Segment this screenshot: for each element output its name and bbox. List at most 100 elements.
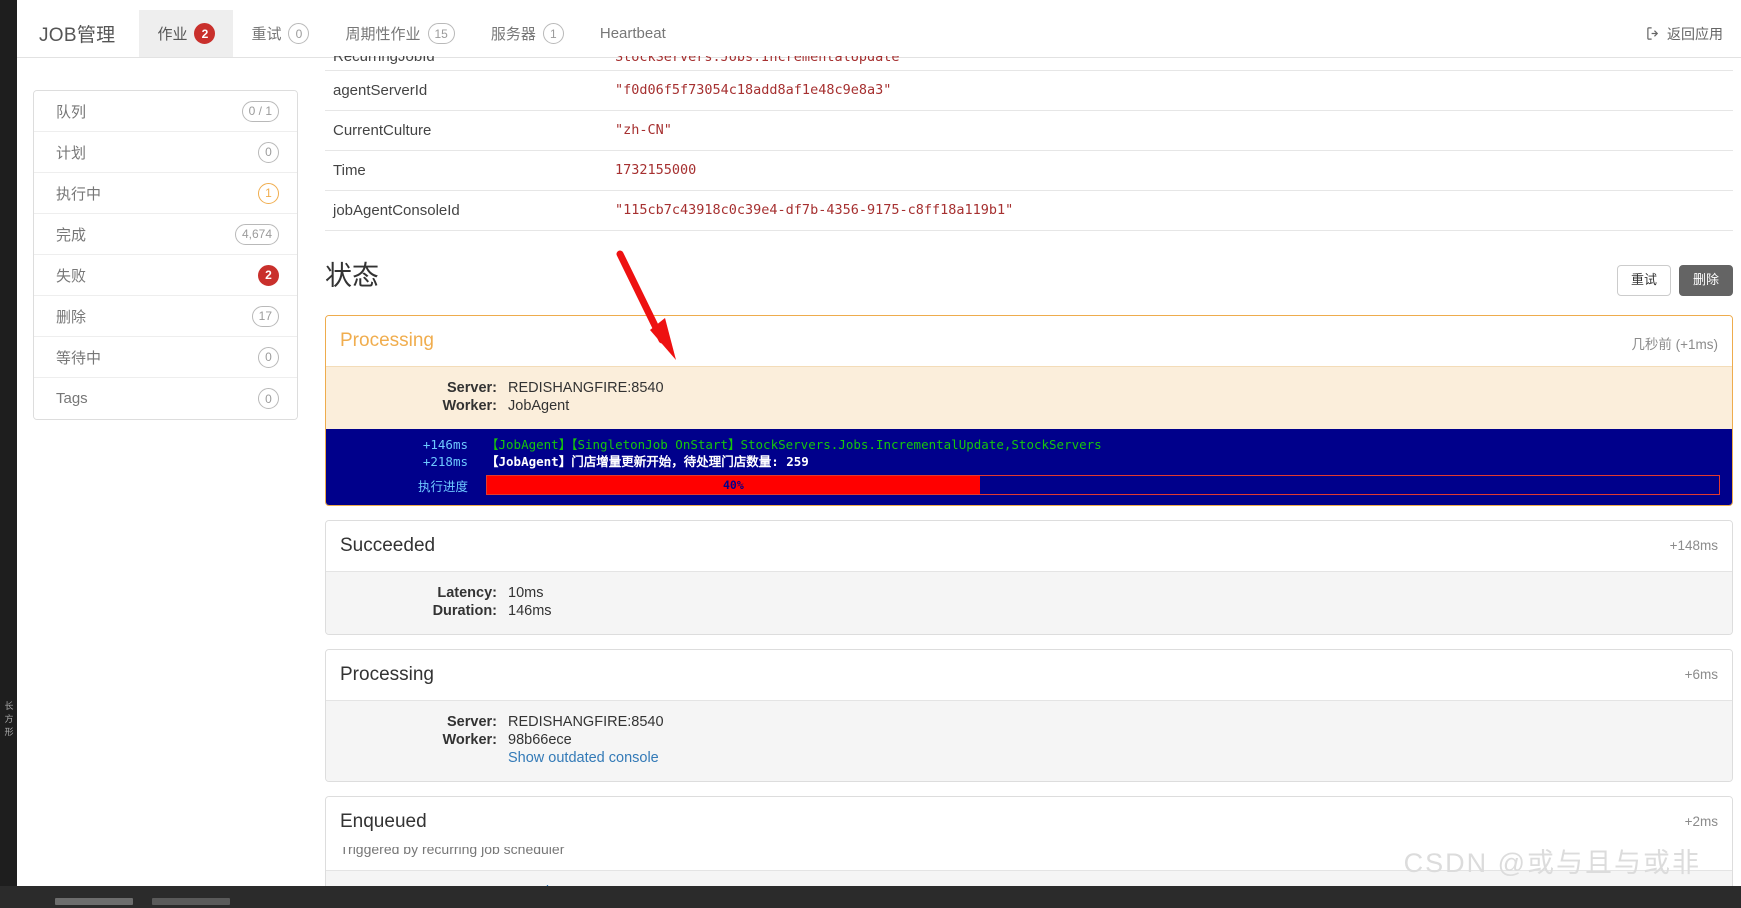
panel-field-value: 10ms [508, 585, 544, 601]
param-value-text: StockServers.Jobs.IncrementalUpdate [615, 56, 900, 65]
sidebar-item-failed[interactable]: 失败 2 [34, 255, 297, 296]
panel-field-key: Worker: [442, 398, 497, 414]
console-line: +218ms 【JobAgent】门店增量更新开始，待处理门店数量: 259 [338, 453, 1720, 470]
table-row: jobAgentConsoleId "115cb7c43918c0c39e4-d… [325, 191, 1733, 231]
panel-timestamp: +148ms [1669, 538, 1718, 553]
panel-header: Processing 几秒前 (+1ms) [326, 316, 1732, 366]
history-panel-succeeded: Succeeded +148ms Latency: 10ms Duration:… [325, 520, 1733, 635]
status-action-buttons: 重试 删除 [1616, 265, 1733, 296]
retry-button[interactable]: 重试 [1616, 265, 1671, 296]
job-parameters-table: RecurringJobId StockServers.Jobs.Increme… [325, 56, 1733, 231]
param-key: CurrentCulture [333, 122, 432, 139]
window-left-edge [0, 0, 17, 908]
show-outdated-console-link[interactable]: Show outdated console [508, 750, 659, 766]
param-key: agentServerId [333, 82, 428, 99]
param-value: "f0d06f5f73054c18add8af1e48c9e8a3" [615, 82, 892, 98]
sidebar-item-awaiting[interactable]: 等待中 0 [34, 337, 297, 378]
nav-tab-recurring[interactable]: 周期性作业 15 [327, 10, 472, 57]
panel-field-value: REDISHANGFIRE:8540 [508, 714, 664, 730]
delete-button[interactable]: 删除 [1678, 265, 1733, 296]
sidebar-item-deleted-label: 删除 [56, 308, 87, 326]
nav-tab-retries[interactable]: 重试 0 [233, 10, 327, 57]
panel-field-key: Worker: [442, 732, 497, 748]
console-line-message: 【JobAgent】【SingletonJob OnStart】StockSer… [486, 437, 1102, 452]
console-line-timestamp: +218ms [422, 454, 468, 469]
panel-field-key [340, 749, 508, 767]
table-row: agentServerId "f0d06f5f73054c18add8af1e4… [325, 71, 1733, 111]
app-root: 长方形 JOB管理 作业 2 重试 0 周期性作业 15 服务器 1 Heart… [0, 0, 1741, 908]
panel-field-key: Duration: [432, 603, 497, 619]
page-title: 状态 [325, 261, 379, 291]
panel-fields: Latency: 10ms Duration: 146ms [340, 584, 552, 620]
window-top-edge [0, 0, 1741, 10]
nav-tab-servers-badge: 1 [542, 23, 564, 44]
sidebar-item-queues[interactable]: 队列 0 / 1 [34, 91, 297, 132]
panel-timestamp: +2ms [1684, 814, 1718, 829]
panel-field-row: Server: REDISHANGFIRE:8540 [340, 379, 664, 397]
table-row: RecurringJobId StockServers.Jobs.Increme… [325, 56, 1733, 71]
panel-state-label: Processing [340, 664, 434, 685]
sidebar-item-processing-label: 执行中 [56, 185, 102, 203]
nav-tab-retries-badge: 0 [288, 23, 310, 44]
param-key: jobAgentConsoleId [333, 202, 460, 219]
sidebar-item-succeeded-label: 完成 [56, 226, 87, 244]
progress-bar: 40% [486, 475, 1720, 495]
status-section-header: 状态 重试 删除 [325, 259, 1733, 305]
nav-tab-jobs[interactable]: 作业 2 [139, 10, 234, 57]
status-sidebar: 队列 0 / 1 计划 0 执行中 1 完成 4,674 失败 2 删除 17 … [33, 90, 298, 420]
nav-tab-servers[interactable]: 服务器 1 [473, 10, 582, 57]
job-console-output: +146ms 【JobAgent】【SingletonJob OnStart】S… [326, 429, 1732, 505]
sidebar-item-succeeded-count: 4,674 [234, 223, 279, 245]
panel-header: Processing +6ms [326, 650, 1732, 700]
nav-tab-recurring-label: 周期性作业 [345, 26, 421, 43]
back-to-app-label: 返回应用 [1667, 25, 1723, 42]
table-row: CurrentCulture "zh-CN" [325, 111, 1733, 151]
sidebar-item-failed-label: 失败 [56, 267, 87, 285]
param-key: RecurringJobId [325, 56, 607, 71]
sidebar-item-scheduled-label: 计划 [56, 144, 87, 162]
sidebar-item-deleted-count: 17 [251, 305, 279, 327]
sidebar-item-failed-count: 2 [258, 264, 279, 286]
nav-tab-jobs-badge: 2 [194, 23, 216, 44]
logout-icon [1646, 26, 1661, 41]
console-line: +146ms 【JobAgent】【SingletonJob OnStart】S… [338, 436, 1720, 453]
sidebar-item-scheduled-count: 0 [258, 141, 279, 163]
panel-field-row: Duration: 146ms [340, 602, 552, 620]
sidebar-item-processing-count: 1 [258, 182, 279, 204]
panel-field-key: Server: [447, 714, 497, 730]
panel-field-row: Server: REDISHANGFIRE:8540 [340, 713, 664, 731]
sidebar-item-deleted[interactable]: 删除 17 [34, 296, 297, 337]
panel-body: Latency: 10ms Duration: 146ms [326, 571, 1732, 634]
panel-field-row: Latency: 10ms [340, 584, 552, 602]
param-value: StockServers.Jobs.IncrementalUpdate [607, 56, 1733, 71]
panel-field-value: JobAgent [508, 398, 570, 414]
panel-field-row: Worker: 98b66ece [340, 731, 664, 749]
edge-glyph-strip: 长方形 [4, 701, 14, 737]
sidebar-item-succeeded[interactable]: 完成 4,674 [34, 214, 297, 255]
taskbar-item-1[interactable] [55, 898, 133, 905]
taskbar-item-2[interactable] [152, 898, 230, 905]
table-row: Time 1732155000 [325, 151, 1733, 191]
window-bottom-edge [0, 886, 1741, 908]
console-line-message: 【JobAgent】门店增量更新开始，待处理门店数量: 259 [486, 454, 809, 469]
panel-field-row: Show outdated console [340, 749, 664, 767]
panel-field-value: REDISHANGFIRE:8540 [508, 380, 664, 396]
sidebar-item-scheduled[interactable]: 计划 0 [34, 132, 297, 173]
top-navbar: JOB管理 作业 2 重试 0 周期性作业 15 服务器 1 Heartbeat [17, 10, 1741, 58]
param-value: "115cb7c43918c0c39e4-df7b-4356-9175-c8ff… [615, 202, 1014, 218]
progress-label: 执行进度 [417, 478, 468, 494]
sidebar-item-tags-count: 0 [258, 388, 279, 409]
panel-fields: Server: REDISHANGFIRE:8540 Worker: JobAg… [340, 379, 664, 415]
sidebar-item-queues-label: 队列 [56, 103, 87, 121]
panel-field-value: 98b66ece [508, 732, 572, 748]
sidebar-item-tags[interactable]: Tags 0 [34, 378, 297, 419]
nav-tab-recurring-badge: 15 [427, 23, 455, 44]
watermark: CSDN @或与且与或非 [1403, 848, 1701, 878]
brand-title: JOB管理 [39, 25, 116, 46]
param-key: Time [333, 162, 366, 179]
panel-timestamp: 几秒前 (+1ms) [1631, 337, 1718, 352]
nav-tab-heartbeat[interactable]: Heartbeat [582, 10, 684, 57]
panel-field-key: Server: [447, 380, 497, 396]
sidebar-item-processing[interactable]: 执行中 1 [34, 173, 297, 214]
back-to-app-button[interactable]: 返回应用 [1646, 10, 1741, 57]
